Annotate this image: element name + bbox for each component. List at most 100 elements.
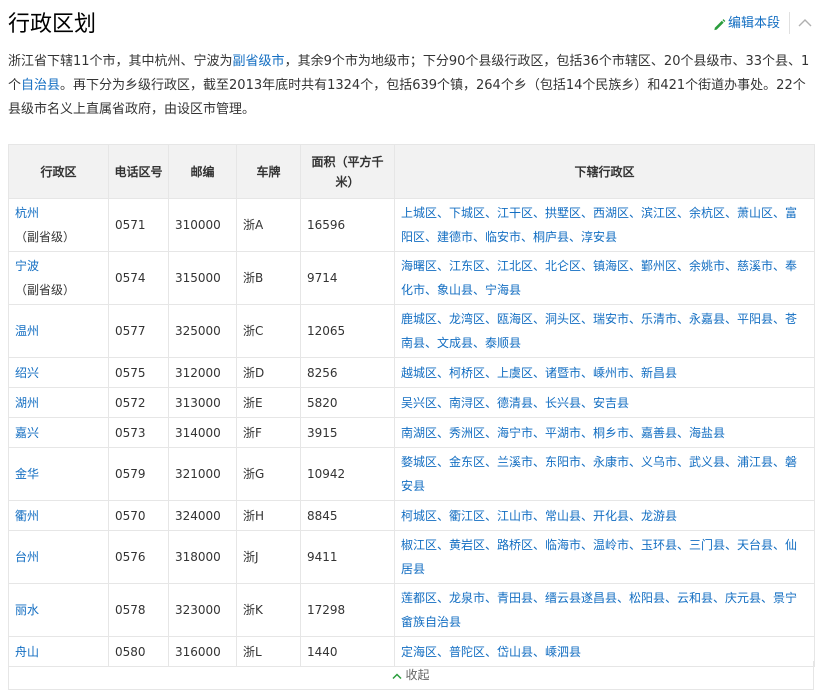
districts-cell[interactable]: 南湖区、秀洲区、海宁市、平湖市、桐乡市、嘉善县、海盐县 bbox=[394, 417, 815, 448]
column-header-region: 行政区 bbox=[8, 144, 109, 199]
area-cell: 8845 bbox=[300, 500, 395, 531]
city-link[interactable]: 舟山 bbox=[15, 645, 39, 659]
plate-cell: 浙A bbox=[236, 198, 301, 252]
table-row: 绍兴 0575 312000 浙D 8256 越城区、柯桥区、上虞区、诸暨市、嵊州市、新昌… bbox=[8, 357, 815, 388]
collapse-table-button[interactable]: 收起 bbox=[8, 661, 814, 690]
area-cell: 5820 bbox=[300, 387, 395, 418]
plate-cell: 浙C bbox=[236, 304, 301, 358]
zip-cell: 324000 bbox=[168, 500, 237, 531]
intro-link[interactable]: 自治县 bbox=[21, 78, 60, 93]
table-row: 杭州 （副省级） 0571 310000 浙A 16596 上城区、下城区、江干区、拱墅区、… bbox=[8, 198, 815, 252]
section-header: 行政区划 编辑本段 bbox=[0, 0, 824, 48]
plate-cell: 浙H bbox=[236, 500, 301, 531]
table-row: 嘉兴 0573 314000 浙F 3915 南湖区、秀洲区、海宁市、平湖市、桐乡市、嘉善… bbox=[8, 417, 815, 448]
districts-cell[interactable]: 海曙区、江东区、江北区、北仑区、镇海区、鄞州区、余姚市、慈溪市、奉化市、象山县、… bbox=[394, 251, 815, 305]
city-cell: 衢州 bbox=[8, 500, 109, 531]
intro-text: 。再下分为乡级行政区，截至2013年底时共有1324个，包括639个镇，264个… bbox=[8, 78, 806, 117]
plate-cell: 浙G bbox=[236, 447, 301, 501]
city-cell: 杭州 （副省级） bbox=[8, 198, 109, 252]
pencil-icon bbox=[714, 18, 726, 30]
plate-cell: 浙F bbox=[236, 417, 301, 448]
plate-cell: 浙D bbox=[236, 357, 301, 388]
zip-cell: 315000 bbox=[168, 251, 237, 305]
city-cell: 湖州 bbox=[8, 387, 109, 418]
table-header-row: 行政区 电话区号 邮编 车牌 面积（平方千米） 下辖行政区 bbox=[8, 144, 815, 199]
column-header-districts: 下辖行政区 bbox=[394, 144, 815, 199]
edit-section-label: 编辑本段 bbox=[727, 16, 780, 31]
area-code-cell: 0575 bbox=[108, 357, 169, 388]
city-cell: 绍兴 bbox=[8, 357, 109, 388]
area-cell: 17298 bbox=[300, 583, 395, 637]
city-link[interactable]: 衢州 bbox=[15, 509, 39, 523]
table-row: 宁波 （副省级） 0574 315000 浙B 9714 海曙区、江东区、江北区、北仑区、镇… bbox=[8, 251, 815, 305]
districts-cell[interactable]: 吴兴区、南浔区、德清县、长兴县、安吉县 bbox=[394, 387, 815, 418]
area-code-cell: 0574 bbox=[108, 251, 169, 305]
table-row: 台州 0576 318000 浙J 9411 椒江区、黄岩区、路桥区、临海市、温岭市、玉环… bbox=[8, 530, 815, 584]
city-cell: 嘉兴 bbox=[8, 417, 109, 448]
districts-cell[interactable]: 鹿城区、龙湾区、瓯海区、洞头区、瑞安市、乐清市、永嘉县、平阳县、苍南县、文成县、… bbox=[394, 304, 815, 358]
zip-cell: 313000 bbox=[168, 387, 237, 418]
city-cell: 金华 bbox=[8, 447, 109, 501]
city-cell: 温州 bbox=[8, 304, 109, 358]
area-cell: 3915 bbox=[300, 417, 395, 448]
column-header-zip: 邮编 bbox=[168, 144, 237, 199]
page: 行政区划 编辑本段 浙江省下辖11个市，其中杭州、宁波为副省级市，其余9个市为地… bbox=[0, 0, 824, 695]
chevron-up-icon bbox=[392, 672, 403, 679]
zip-cell: 321000 bbox=[168, 447, 237, 501]
section-title: 行政区划 bbox=[8, 12, 97, 37]
collapse-section-button[interactable] bbox=[794, 12, 816, 34]
districts-cell[interactable]: 婺城区、金东区、兰溪市、东阳市、永康市、义乌市、武义县、浦江县、磐安县 bbox=[394, 447, 815, 501]
intro-link[interactable]: 副省级市 bbox=[233, 54, 285, 69]
header-divider bbox=[789, 12, 790, 34]
table-body: 杭州 （副省级） 0571 310000 浙A 16596 上城区、下城区、江干区、拱墅区、… bbox=[8, 198, 815, 667]
districts-cell[interactable]: 越城区、柯桥区、上虞区、诸暨市、嵊州市、新昌县 bbox=[394, 357, 815, 388]
area-cell: 9411 bbox=[300, 530, 395, 584]
city-link[interactable]: 嘉兴 bbox=[15, 426, 39, 440]
area-code-cell: 0570 bbox=[108, 500, 169, 531]
column-header-area-code: 电话区号 bbox=[108, 144, 169, 199]
districts-cell[interactable]: 莲都区、龙泉市、青田县、缙云县遂昌县、松阳县、云和县、庆元县、景宁畲族自治县 bbox=[394, 583, 815, 637]
area-cell: 12065 bbox=[300, 304, 395, 358]
districts-cell[interactable]: 上城区、下城区、江干区、拱墅区、西湖区、滨江区、余杭区、萧山区、富阳区、建德市、… bbox=[394, 198, 815, 252]
city-link[interactable]: 宁波 bbox=[15, 259, 39, 273]
districts-cell[interactable]: 柯城区、衢江区、江山市、常山县、开化县、龙游县 bbox=[394, 500, 815, 531]
table-row: 丽水 0578 323000 浙K 17298 莲都区、龙泉市、青田县、缙云县遂昌县、松阳… bbox=[8, 583, 815, 637]
city-link[interactable]: 温州 bbox=[15, 324, 39, 338]
chevron-up-icon bbox=[798, 19, 812, 27]
area-code-cell: 0579 bbox=[108, 447, 169, 501]
city-link[interactable]: 杭州 bbox=[15, 206, 39, 220]
zip-cell: 323000 bbox=[168, 583, 237, 637]
city-level-note: （副省级） bbox=[15, 283, 76, 297]
plate-cell: 浙B bbox=[236, 251, 301, 305]
area-cell: 10942 bbox=[300, 447, 395, 501]
plate-cell: 浙E bbox=[236, 387, 301, 418]
collapse-label: 收起 bbox=[405, 668, 430, 682]
area-cell: 8256 bbox=[300, 357, 395, 388]
column-header-plate: 车牌 bbox=[236, 144, 301, 199]
area-code-cell: 0577 bbox=[108, 304, 169, 358]
city-link[interactable]: 金华 bbox=[15, 467, 39, 481]
area-cell: 9714 bbox=[300, 251, 395, 305]
area-code-cell: 0576 bbox=[108, 530, 169, 584]
city-link[interactable]: 丽水 bbox=[15, 603, 39, 617]
zip-cell: 312000 bbox=[168, 357, 237, 388]
city-level-note: （副省级） bbox=[15, 230, 76, 244]
city-link[interactable]: 湖州 bbox=[15, 396, 39, 410]
city-cell: 丽水 bbox=[8, 583, 109, 637]
city-cell: 宁波 （副省级） bbox=[8, 251, 109, 305]
admin-division-table: 行政区 电话区号 邮编 车牌 面积（平方千米） 下辖行政区 杭州 （副省级） 057… bbox=[8, 144, 815, 667]
plate-cell: 浙K bbox=[236, 583, 301, 637]
column-header-area: 面积（平方千米） bbox=[300, 144, 395, 199]
zip-cell: 325000 bbox=[168, 304, 237, 358]
area-code-cell: 0572 bbox=[108, 387, 169, 418]
table-row: 温州 0577 325000 浙C 12065 鹿城区、龙湾区、瓯海区、洞头区、瑞安市、乐… bbox=[8, 304, 815, 358]
city-link[interactable]: 绍兴 bbox=[15, 366, 39, 380]
intro-paragraph: 浙江省下辖11个市，其中杭州、宁波为副省级市，其余9个市为地级市；下分90个县级… bbox=[8, 50, 814, 122]
table-row: 湖州 0572 313000 浙E 5820 吴兴区、南浔区、德清县、长兴县、安吉县 bbox=[8, 387, 815, 418]
city-link[interactable]: 台州 bbox=[15, 550, 39, 564]
intro-text: 浙江省下辖11个市，其中杭州、宁波为 bbox=[8, 54, 233, 69]
zip-cell: 310000 bbox=[168, 198, 237, 252]
districts-cell[interactable]: 椒江区、黄岩区、路桥区、临海市、温岭市、玉环县、三门县、天台县、仙居县 bbox=[394, 530, 815, 584]
edit-section-button[interactable]: 编辑本段 bbox=[713, 15, 780, 33]
area-code-cell: 0578 bbox=[108, 583, 169, 637]
